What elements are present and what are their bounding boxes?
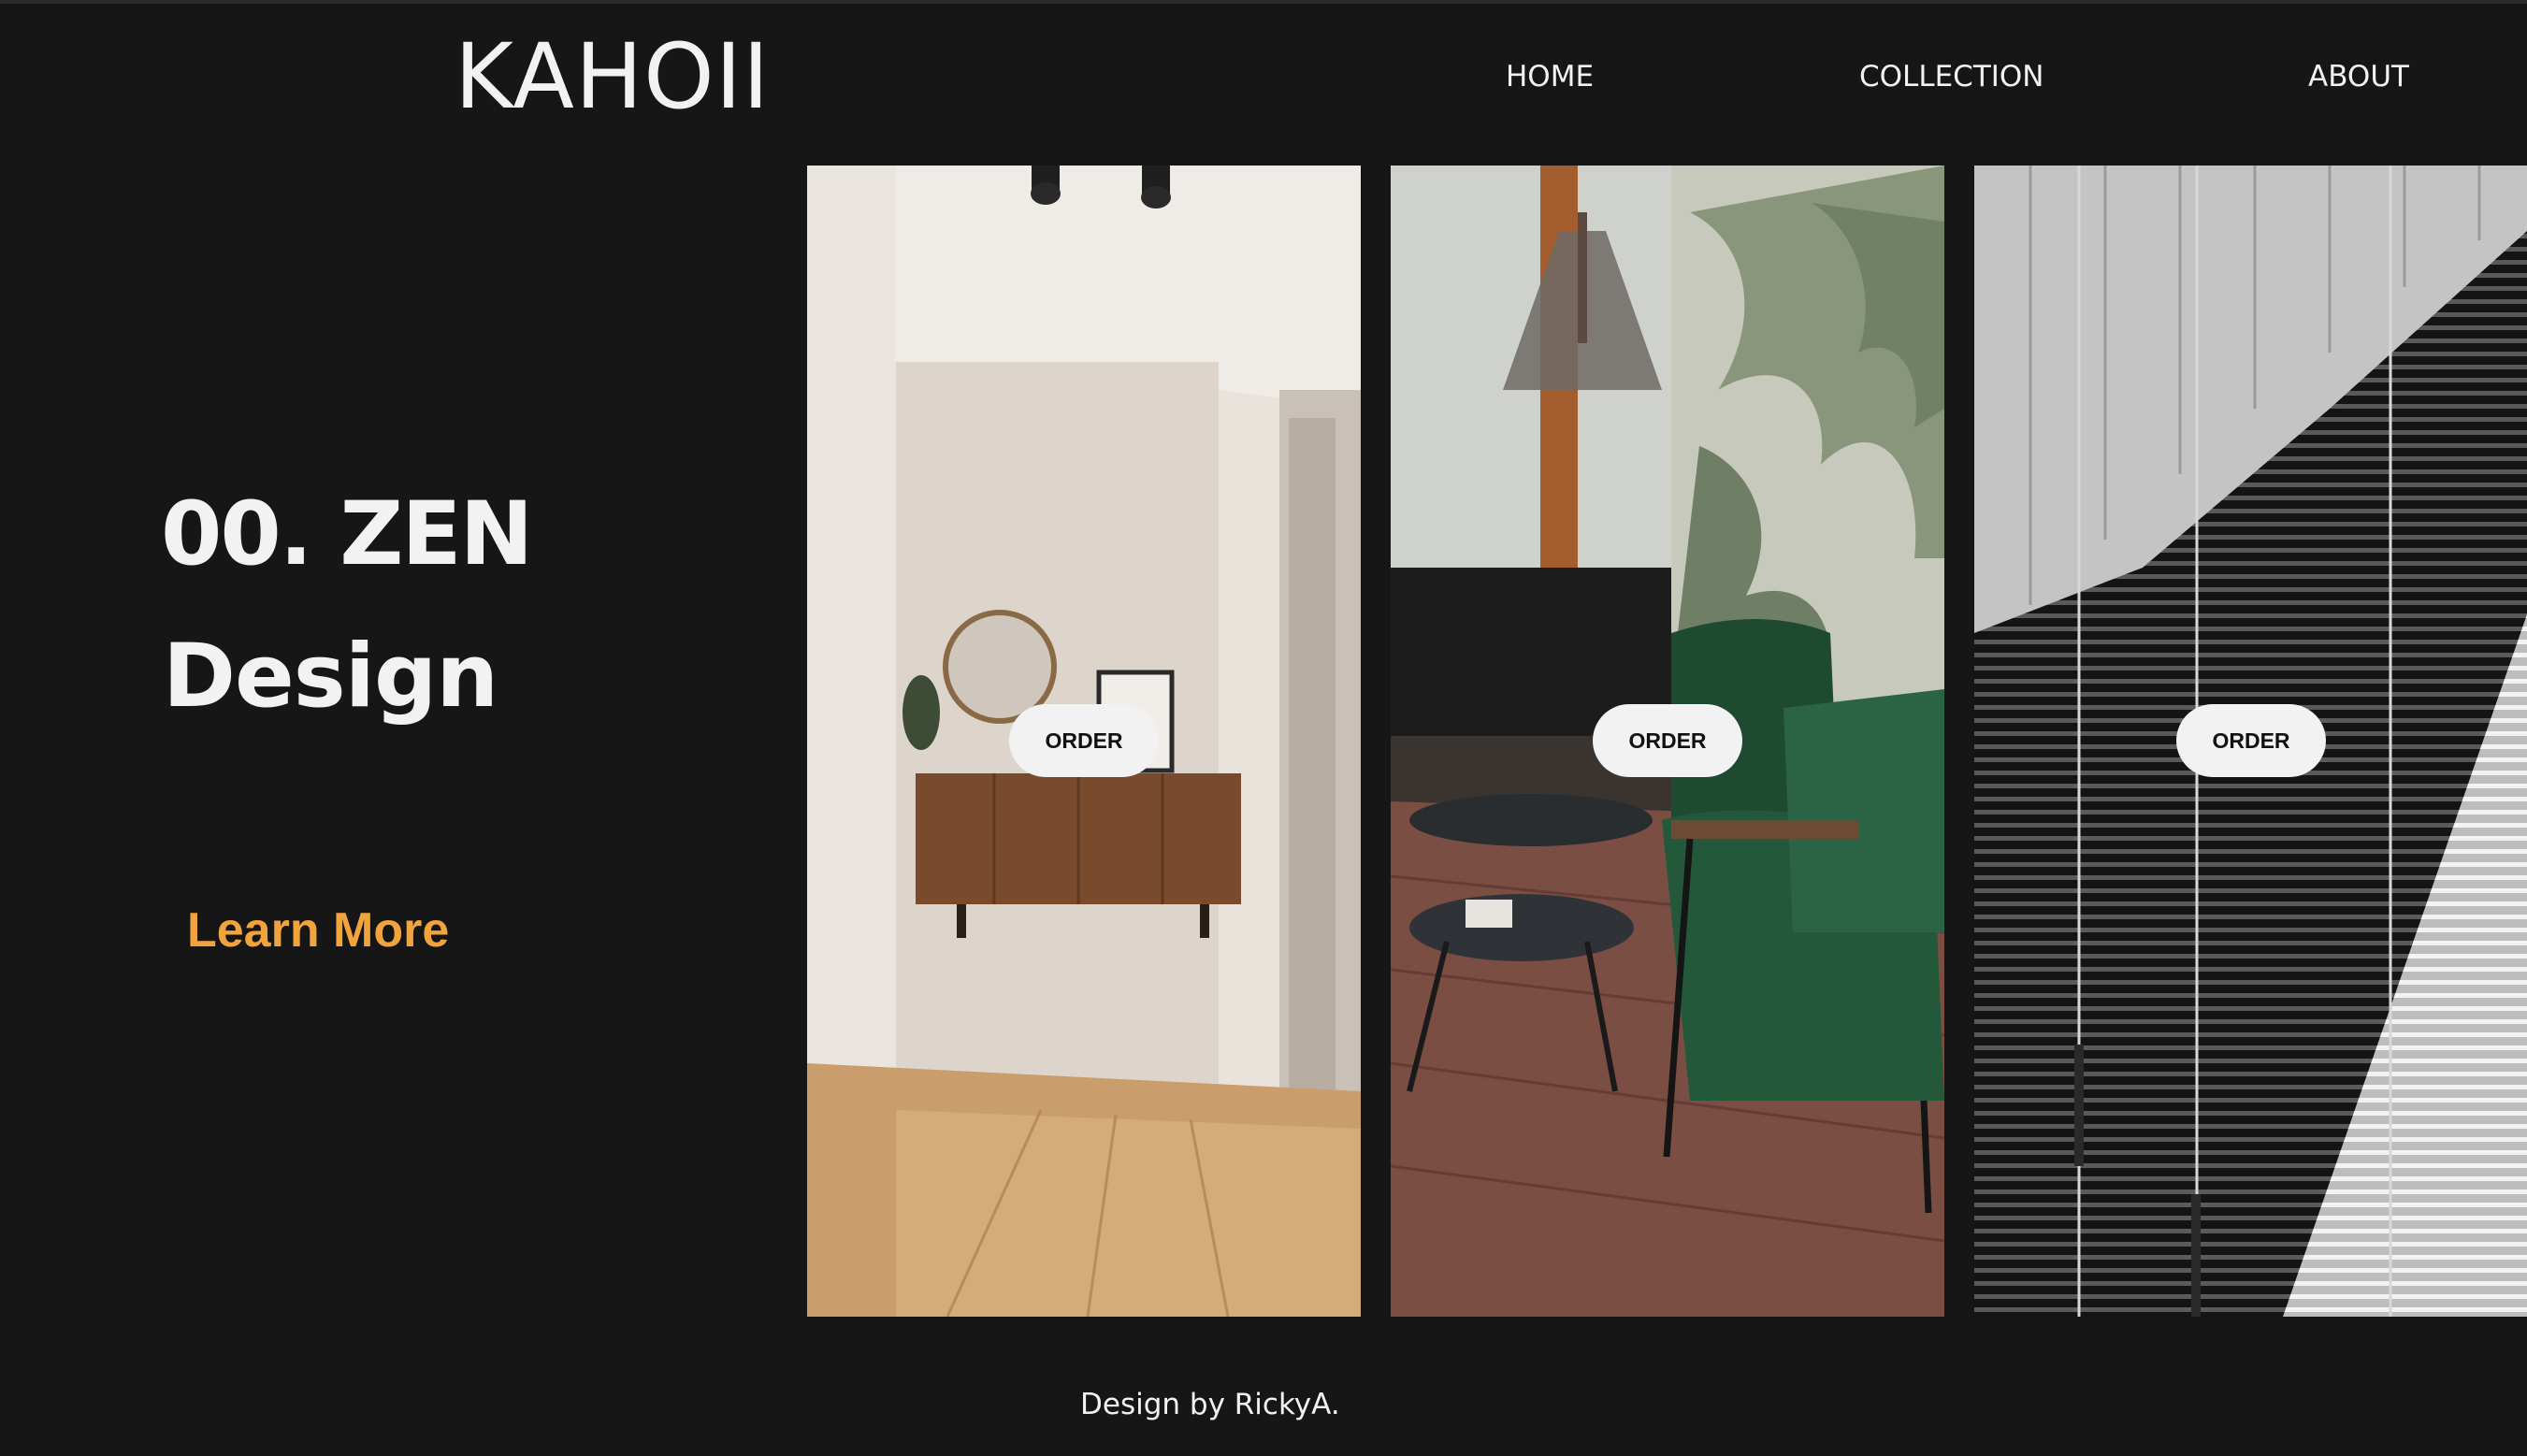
product-card-lounge: ORDER (1391, 166, 1944, 1317)
nav-collection-link[interactable]: COLLECTION (1859, 58, 2044, 95)
top-border (0, 0, 2527, 4)
nav-about-link[interactable]: ABOUT (2308, 58, 2409, 95)
nav-home-link[interactable]: HOME (1506, 58, 1594, 95)
order-button[interactable]: ORDER (2176, 704, 2326, 777)
landing-page: KAHOII HOME COLLECTION ABOUT 00. ZEN Des… (0, 0, 2527, 1456)
learn-more-link[interactable]: Learn More (187, 900, 449, 961)
product-card-hallway: ORDER (807, 166, 1361, 1317)
brand-logo[interactable]: KAHOII (455, 24, 770, 129)
hero-title: 00. ZEN (161, 483, 533, 585)
product-card-blinds: ORDER (1974, 166, 2527, 1317)
hero-subtitle: Design (163, 626, 498, 728)
order-button[interactable]: ORDER (1593, 704, 1742, 777)
footer-credit: Design by RickyA. (1080, 1388, 1340, 1421)
order-button[interactable]: ORDER (1009, 704, 1159, 777)
